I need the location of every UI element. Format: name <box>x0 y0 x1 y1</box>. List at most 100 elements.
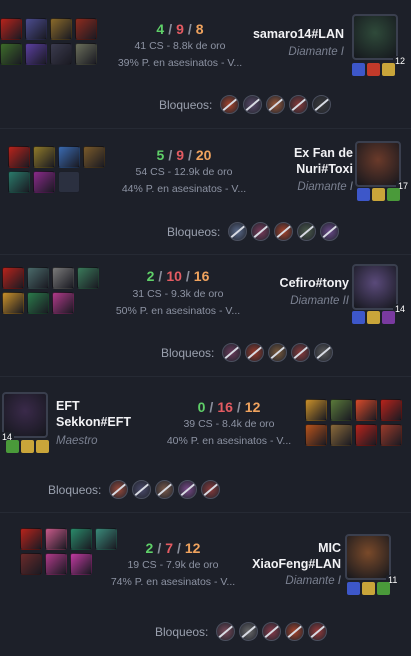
item-slot[interactable] <box>70 528 92 550</box>
item-build <box>305 399 402 446</box>
kda: 4/9/8 <box>156 21 204 37</box>
banned-champion-icon <box>274 222 294 241</box>
summoner-spell-icon <box>21 440 34 453</box>
player-name[interactable]: MIC XiaoFeng#LAN <box>246 540 341 572</box>
banned-champion-icon <box>289 95 309 114</box>
assists: 16 <box>193 268 210 284</box>
kill-participation: 74% P. en asesinatos - V... <box>110 576 236 588</box>
bans-label: Bloqueos: <box>155 624 209 639</box>
deaths: 9 <box>176 147 184 163</box>
player-rank: Diamante I <box>297 181 353 193</box>
kills: 0 <box>197 399 206 415</box>
item-slot[interactable] <box>8 171 30 193</box>
kills: 2 <box>146 268 155 284</box>
item-slot[interactable] <box>305 424 327 446</box>
item-slot[interactable] <box>25 43 47 65</box>
item-slot[interactable] <box>380 424 402 446</box>
item-slot[interactable] <box>0 18 22 40</box>
item-slot[interactable] <box>33 146 55 168</box>
item-slot[interactable] <box>75 18 97 40</box>
item-slot[interactable] <box>355 424 377 446</box>
banned-champion-icon <box>251 222 271 241</box>
player-name[interactable]: Cefiro#tony <box>280 275 349 291</box>
item-slot[interactable] <box>25 18 47 40</box>
banned-champion-icon <box>178 480 198 499</box>
item-slot[interactable] <box>58 146 80 168</box>
kill-participation: 40% P. en asesinatos - V... <box>166 435 292 447</box>
item-slot[interactable] <box>45 528 67 550</box>
champion-avatar[interactable] <box>345 534 391 580</box>
item-slot[interactable] <box>50 18 72 40</box>
item-slot[interactable] <box>0 43 22 65</box>
summoner-spells <box>347 582 390 595</box>
summoner-spell-icon <box>382 311 395 324</box>
summoner-spell-icon <box>377 582 390 595</box>
item-build <box>8 146 105 193</box>
banned-champion-icon <box>266 95 286 114</box>
deaths: 16 <box>217 399 233 415</box>
item-slot[interactable] <box>2 267 24 289</box>
item-slot[interactable] <box>2 292 24 314</box>
player-name[interactable]: EFT Sekkon#EFT <box>56 398 136 430</box>
item-slot[interactable] <box>20 553 42 575</box>
item-slot[interactable] <box>52 267 74 289</box>
banned-champion-icon <box>155 480 175 499</box>
summoner-spell-icon <box>6 440 19 453</box>
item-slot[interactable] <box>77 267 99 289</box>
divider <box>0 376 411 377</box>
summoner-spells <box>352 311 395 324</box>
item-slot[interactable] <box>305 399 327 421</box>
item-slot[interactable] <box>330 399 352 421</box>
banned-champion-icon <box>228 222 248 241</box>
item-slot[interactable] <box>8 146 30 168</box>
item-slot[interactable] <box>27 267 49 289</box>
summoner-spells <box>357 188 400 201</box>
item-build <box>0 18 97 65</box>
kda: 5/9/20 <box>156 147 212 163</box>
item-slot[interactable] <box>380 399 402 421</box>
item-slot[interactable] <box>83 146 105 168</box>
banned-champion-icon <box>239 622 259 641</box>
cs-gold: 39 CS - 8.4k de oro <box>183 418 275 430</box>
item-slot[interactable] <box>355 399 377 421</box>
item-build <box>2 267 99 314</box>
bans-row-4: Bloqueos: <box>48 480 221 499</box>
bans-label: Bloqueos: <box>159 97 213 112</box>
assists: 12 <box>184 540 201 556</box>
item-slot[interactable] <box>33 171 55 193</box>
player-name[interactable]: samaro14#LAN <box>253 26 344 42</box>
banned-champion-icon <box>320 222 340 241</box>
item-slot[interactable] <box>52 292 74 314</box>
item-slot[interactable] <box>45 553 67 575</box>
champion-level: 12 <box>393 56 408 67</box>
player-rank: Diamante I <box>288 46 344 58</box>
summoner-spell-icon <box>36 440 49 453</box>
divider <box>0 128 411 129</box>
bans-row-3: Bloqueos: <box>161 343 334 362</box>
summoner-spell-icon <box>347 582 360 595</box>
banned-champion-icon <box>262 622 282 641</box>
bans-row-1: Bloqueos: <box>159 95 332 114</box>
item-slot[interactable] <box>58 171 80 193</box>
player-name[interactable]: Ex Fan de Nuri#Toxi <box>258 145 353 177</box>
summoner-spell-icon <box>352 63 365 76</box>
item-slot[interactable] <box>330 424 352 446</box>
item-slot[interactable] <box>75 43 97 65</box>
champion-avatar[interactable] <box>352 264 398 310</box>
champion-avatar[interactable] <box>352 14 398 60</box>
summoner-spell-icon <box>382 63 395 76</box>
banned-champion-icon <box>243 95 263 114</box>
summoner-spell-icon <box>362 582 375 595</box>
summoner-spell-icon <box>367 311 380 324</box>
item-slot[interactable] <box>50 43 72 65</box>
item-slot[interactable] <box>70 553 92 575</box>
item-slot[interactable] <box>20 528 42 550</box>
champion-level: 14 <box>393 304 408 315</box>
banned-champion-icon <box>245 343 265 362</box>
deaths: 10 <box>166 268 182 284</box>
champion-avatar[interactable] <box>355 141 401 187</box>
item-slot[interactable] <box>27 292 49 314</box>
banned-champion-icon <box>201 480 221 499</box>
kill-participation: 39% P. en asesinatos - V... <box>117 57 243 69</box>
deaths: 7 <box>165 540 173 556</box>
